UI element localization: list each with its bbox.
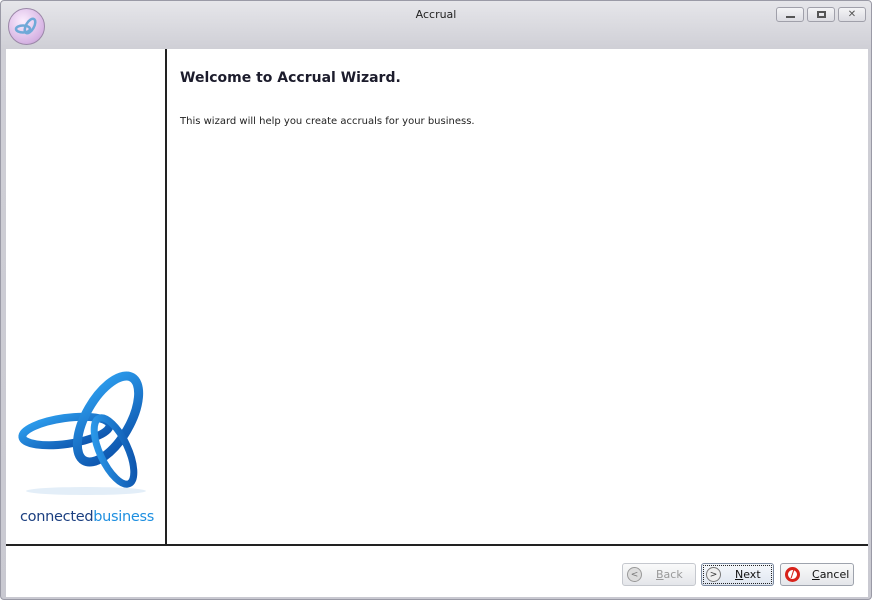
- page-description: This wizard will help you create accrual…: [180, 116, 475, 127]
- next-button[interactable]: > Next: [701, 563, 774, 586]
- chevron-right-icon: >: [706, 567, 721, 582]
- maximize-button[interactable]: [807, 7, 835, 22]
- back-label: Back: [656, 568, 683, 581]
- wizard-body: connectedbusiness Welcome to Accrual Wiz…: [6, 49, 868, 597]
- cancel-icon: /: [785, 567, 800, 582]
- cancel-label: Cancel: [812, 568, 850, 581]
- minimize-button[interactable]: [776, 7, 804, 22]
- cancel-button[interactable]: / Cancel: [780, 563, 854, 586]
- minimize-icon: [785, 16, 795, 18]
- wizard-window: Accrual ✕ connectedbusiness Welcome to A…: [0, 0, 872, 600]
- divider: [6, 544, 868, 546]
- page-title: Welcome to Accrual Wizard.: [180, 70, 401, 86]
- window-title: Accrual: [415, 8, 457, 21]
- close-icon: ✕: [847, 9, 857, 20]
- side-panel: connectedbusiness: [6, 49, 167, 546]
- connected-business-logo: [18, 371, 146, 495]
- next-label: Next: [735, 568, 761, 581]
- back-button[interactable]: < Back: [622, 563, 696, 586]
- maximize-icon: [816, 11, 826, 18]
- chevron-left-icon: <: [627, 567, 642, 582]
- close-button[interactable]: ✕: [838, 7, 866, 22]
- brand-text: connectedbusiness: [20, 509, 155, 525]
